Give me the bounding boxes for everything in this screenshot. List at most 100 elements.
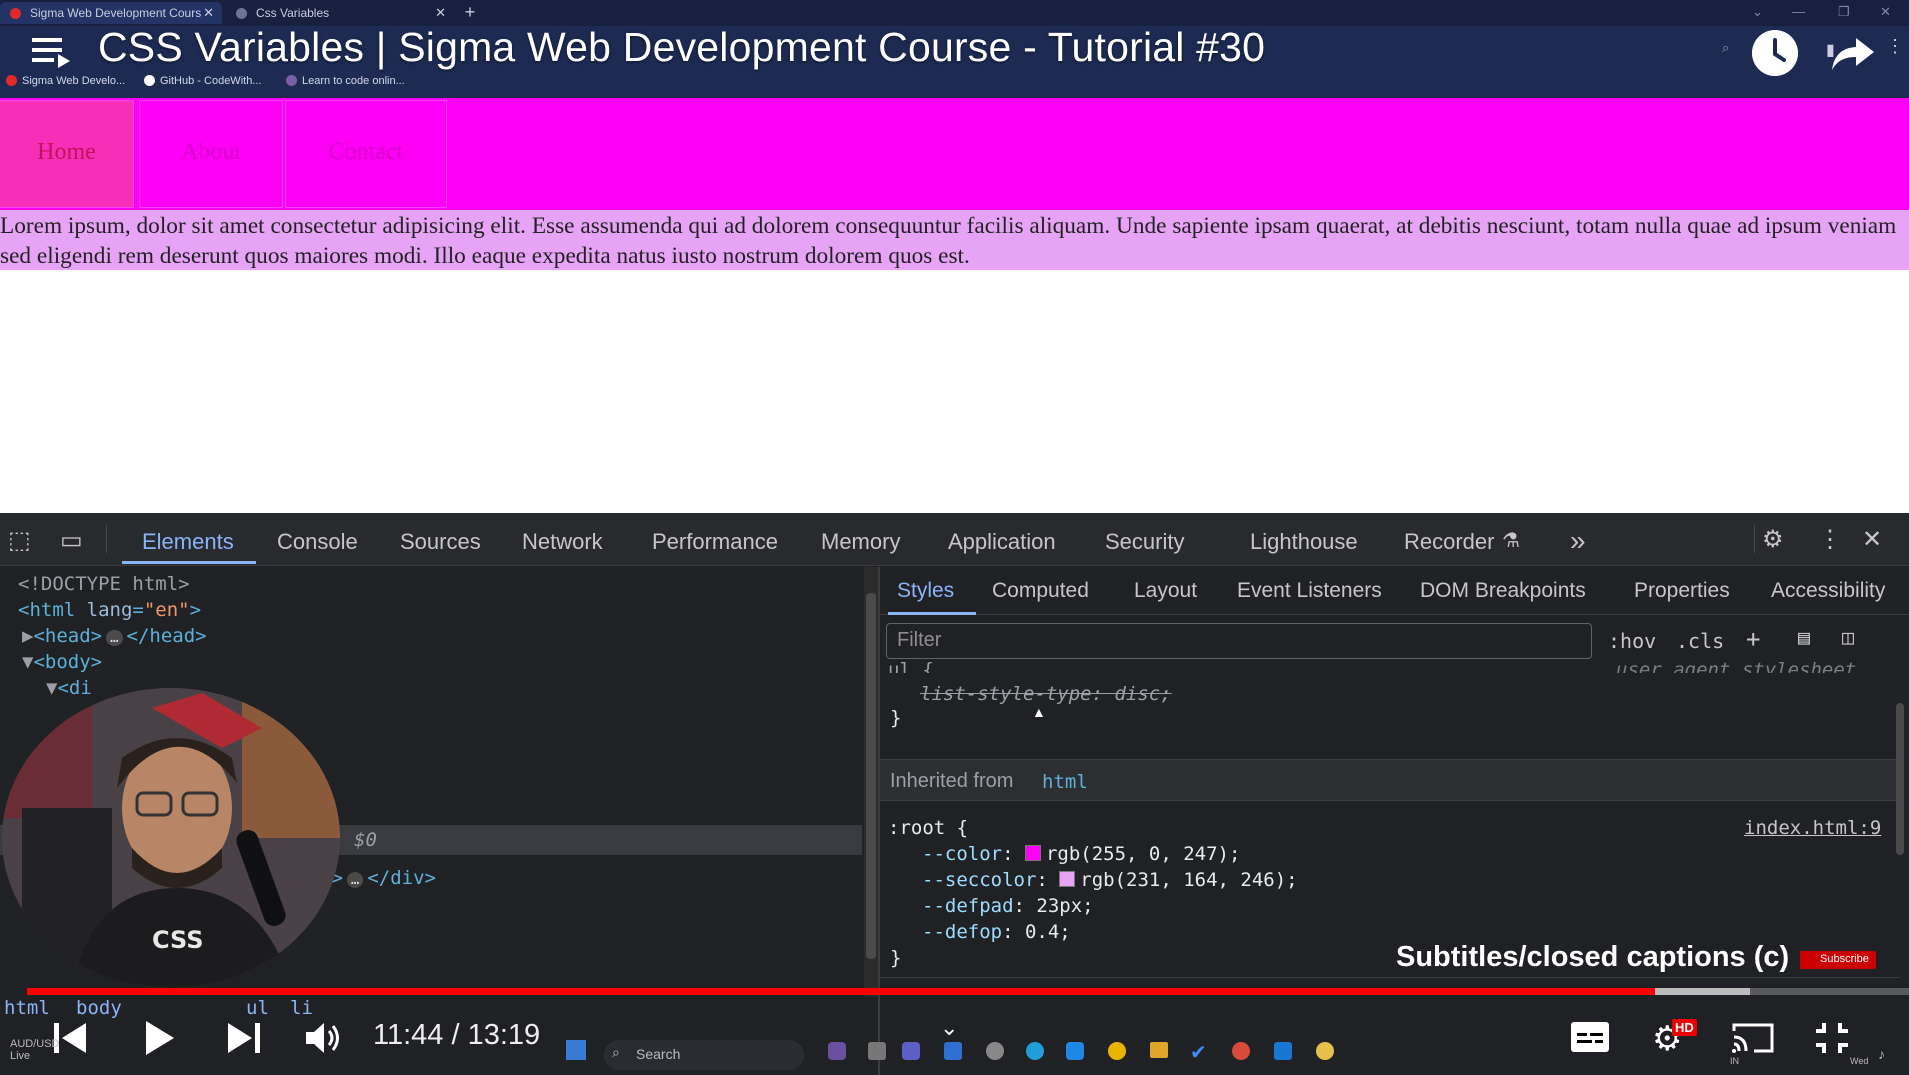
color-swatch[interactable] — [1059, 871, 1076, 887]
video-title[interactable]: CSS Variables | Sigma Web Development Co… — [98, 24, 1265, 71]
tab-dom-breakpoints[interactable]: DOM Breakpoints — [1420, 579, 1586, 603]
tab-security[interactable]: Security — [1105, 529, 1184, 555]
css-var-defpad[interactable]: --defpad: 23px; — [922, 895, 1094, 917]
tab-sigma-course[interactable]: Sigma Web Development Cours ✕ — [0, 2, 222, 24]
device-toolbar-icon[interactable]: ▭ — [60, 526, 83, 555]
tab-lighthouse[interactable]: Lighthouse — [1250, 529, 1358, 555]
zoom-icon[interactable]: ⌕ — [1722, 40, 1729, 56]
exit-fullscreen-icon[interactable] — [1814, 1021, 1850, 1055]
ellipsis-badge[interactable]: … — [346, 872, 364, 888]
chrome-icon[interactable] — [1108, 1042, 1126, 1060]
windows-start-icon[interactable] — [566, 1040, 586, 1060]
close-tab-icon[interactable]: ✕ — [435, 5, 446, 21]
collapse-arrow-icon[interactable]: ▼ — [46, 677, 57, 699]
skype-icon[interactable] — [1066, 1042, 1084, 1060]
div-close-node[interactable]: ">…</div> — [320, 867, 436, 889]
chrome-canary-icon[interactable] — [1316, 1042, 1334, 1060]
playlist-icon[interactable] — [32, 36, 72, 68]
collapse-arrow-icon[interactable]: ▼ — [22, 651, 33, 673]
watch-later-clock-icon[interactable] — [1752, 30, 1798, 76]
nav-about[interactable]: About — [140, 101, 282, 207]
settings-icon[interactable] — [986, 1042, 1004, 1060]
taskbar-app-icon[interactable] — [868, 1042, 886, 1060]
tab-console[interactable]: Console — [277, 529, 358, 555]
css-var-defop[interactable]: --defop: 0.4; — [922, 921, 1071, 943]
ua-rule-declaration[interactable]: list-style-type: disc; — [920, 683, 1172, 705]
chevron-down-icon[interactable]: ⌄ — [1752, 4, 1763, 20]
weather-widget[interactable]: AUD/USD Live — [10, 1038, 60, 1062]
tab-event-listeners[interactable]: Event Listeners — [1237, 579, 1382, 603]
tab-computed[interactable]: Computed — [992, 579, 1089, 603]
root-rule-selector[interactable]: :root { — [888, 817, 968, 839]
calendar-icon[interactable] — [944, 1042, 962, 1060]
inherited-tag-link[interactable]: html — [1042, 771, 1088, 793]
new-rule-plus-icon[interactable]: + — [1746, 625, 1760, 653]
minimize-icon[interactable]: — — [1792, 4, 1805, 19]
todo-check-icon[interactable]: ✔ — [1190, 1040, 1207, 1065]
cls-toggle[interactable]: .cls — [1676, 629, 1724, 653]
chevron-down-icon[interactable]: ⌄ — [940, 1015, 958, 1041]
more-vert-icon[interactable]: ⋮ — [1886, 36, 1904, 57]
inspect-element-icon[interactable]: ⬚ — [8, 526, 31, 555]
teams-icon[interactable] — [902, 1042, 920, 1060]
taskbar-app-icon[interactable] — [828, 1042, 846, 1060]
folder-icon[interactable] — [1150, 1042, 1168, 1058]
tab-performance[interactable]: Performance — [652, 529, 778, 555]
close-tab-icon[interactable]: ✕ — [203, 5, 214, 21]
close-icon[interactable]: ✕ — [1862, 525, 1882, 554]
play-icon[interactable] — [144, 1019, 176, 1057]
tab-css-variables[interactable]: Css Variables ✕ — [226, 2, 454, 24]
tab-elements[interactable]: Elements — [142, 529, 234, 555]
close-window-icon[interactable]: ✕ — [1880, 4, 1891, 20]
nav-contact[interactable]: Contact — [286, 101, 446, 207]
taskbar-search[interactable]: Search — [604, 1040, 804, 1070]
cast-icon[interactable] — [1730, 1021, 1776, 1055]
css-var-color[interactable]: --color: rgb(255, 0, 247); — [922, 843, 1240, 865]
maximize-icon[interactable]: ❐ — [1838, 4, 1850, 20]
paint-brush-icon[interactable]: ▤ — [1798, 625, 1810, 649]
tab-sources[interactable]: Sources — [400, 529, 481, 555]
tab-network[interactable]: Network — [522, 529, 603, 555]
bookmark-item[interactable]: GitHub - CodeWith... — [144, 75, 261, 87]
styles-filter-input[interactable]: Filter — [886, 623, 1592, 659]
root-rule-source-link[interactable]: index.html:9 — [1744, 817, 1881, 839]
chrome-alt-icon[interactable] — [1232, 1042, 1250, 1060]
html-node[interactable]: <html lang="en"> — [18, 599, 201, 621]
tab-application[interactable]: Application — [948, 529, 1056, 555]
toggle-sidebar-icon[interactable]: ◫ — [1842, 625, 1854, 649]
hov-toggle[interactable]: :hov — [1608, 629, 1656, 653]
toolbar-divider — [1754, 525, 1755, 553]
tab-layout[interactable]: Layout — [1134, 579, 1197, 603]
css-var-seccolor[interactable]: --seccolor: rgb(231, 164, 246); — [922, 869, 1298, 891]
more-vert-icon[interactable]: ⋮ — [1818, 525, 1842, 554]
nav-home[interactable]: Home — [0, 101, 133, 207]
bookmark-item[interactable]: Sigma Web Develo... — [6, 75, 125, 87]
next-icon[interactable] — [228, 1021, 260, 1055]
tab-accessibility[interactable]: Accessibility — [1771, 579, 1885, 603]
volume-icon[interactable] — [304, 1021, 342, 1055]
ellipsis-badge[interactable]: … — [106, 630, 123, 646]
head-node[interactable]: ▶<head>… </head> — [22, 625, 207, 647]
div-node[interactable]: ▼<di — [46, 677, 92, 699]
expand-arrow-icon[interactable]: ▶ — [22, 625, 33, 647]
tray-lang[interactable]: IN — [1730, 1056, 1739, 1066]
more-tabs-icon[interactable]: » — [1570, 525, 1586, 557]
elements-scroll-thumb[interactable] — [866, 593, 876, 959]
tab-memory[interactable]: Memory — [821, 529, 900, 555]
new-tab-button[interactable]: + — [458, 2, 482, 24]
body-node[interactable]: ▼<body> — [22, 651, 102, 673]
bookmark-item[interactable]: Learn to code onlin... — [286, 75, 405, 87]
gear-icon[interactable]: ⚙ — [1762, 525, 1784, 554]
subscribe-watermark[interactable]: Subscribe — [1800, 951, 1876, 969]
share-icon[interactable] — [1830, 30, 1876, 76]
tab-styles[interactable]: Styles — [897, 579, 954, 603]
edge-icon[interactable] — [1026, 1042, 1044, 1060]
tab-properties[interactable]: Properties — [1634, 579, 1730, 603]
doctype-node[interactable]: <!DOCTYPE html> — [18, 573, 190, 595]
notification-bell-icon[interactable]: ♪ — [1878, 1046, 1885, 1062]
captions-icon[interactable] — [1570, 1021, 1610, 1053]
styles-scroll-thumb[interactable] — [1896, 703, 1904, 855]
vscode-icon[interactable] — [1274, 1042, 1292, 1060]
tab-recorder[interactable]: Recorder — [1404, 529, 1494, 555]
color-swatch[interactable] — [1024, 845, 1041, 861]
